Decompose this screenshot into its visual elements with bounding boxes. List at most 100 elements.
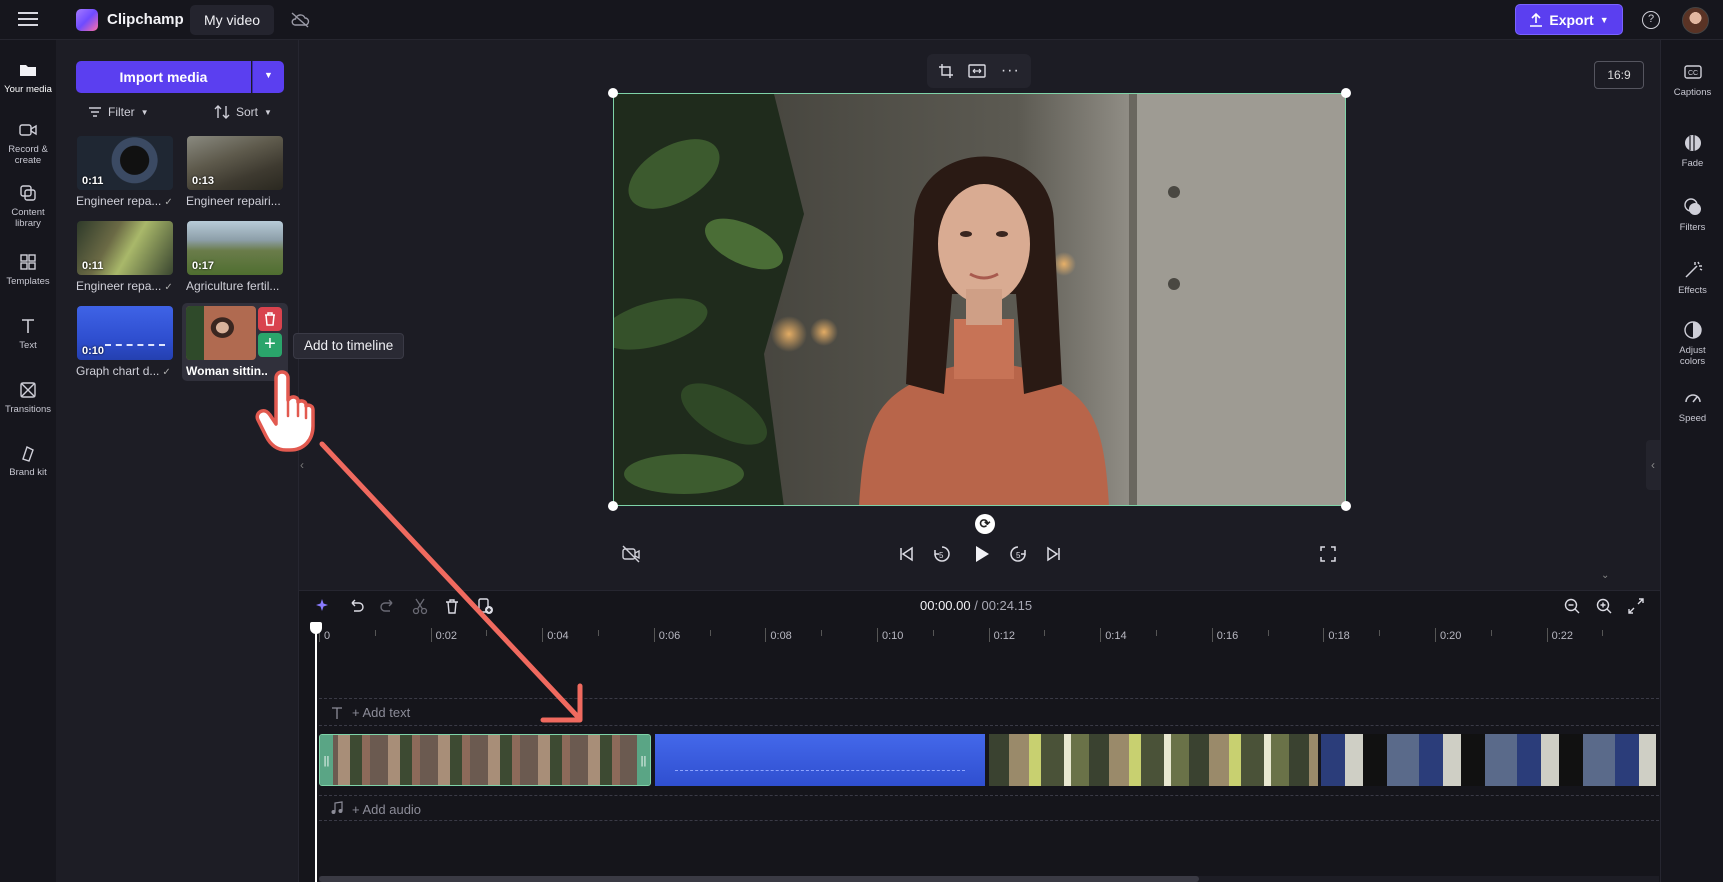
- fit-timeline-icon[interactable]: [1627, 597, 1645, 615]
- rail-adjust-colors[interactable]: Adjust colors: [1661, 320, 1723, 367]
- timeline-clip-engineer[interactable]: [989, 734, 1318, 786]
- resize-handle[interactable]: [1341, 501, 1351, 511]
- magic-icon[interactable]: [314, 597, 332, 615]
- import-media-button[interactable]: Import media: [76, 61, 251, 93]
- rail-record-create[interactable]: Record & create: [0, 120, 56, 166]
- add-audio-track[interactable]: + Add audio: [352, 802, 421, 817]
- rail-brand-kit[interactable]: Brand kit: [0, 443, 56, 478]
- right-rail: CC Captions Fade Filters Effects Adjust …: [1660, 40, 1723, 882]
- filter-icon: [89, 107, 101, 117]
- filter-button[interactable]: Filter ▼: [88, 105, 149, 119]
- export-button[interactable]: Export ▼: [1515, 4, 1623, 35]
- resize-handle[interactable]: [608, 88, 618, 98]
- sort-label: Sort: [236, 105, 259, 119]
- clip-trim-handle-right[interactable]: ||: [637, 735, 650, 785]
- skip-forward-icon[interactable]: [1043, 543, 1065, 565]
- svg-text:CC: CC: [1688, 70, 1698, 77]
- text-icon: [22, 319, 34, 333]
- sort-button[interactable]: Sort ▼: [214, 105, 272, 119]
- delete-media-button[interactable]: [258, 307, 282, 331]
- more-icon[interactable]: ···: [1001, 62, 1020, 80]
- filters-icon: [1683, 198, 1701, 215]
- media-thumbnail[interactable]: 0:17: [187, 221, 283, 275]
- play-icon[interactable]: [970, 543, 992, 565]
- aspect-ratio-button[interactable]: 16:9: [1594, 61, 1644, 89]
- playhead[interactable]: [315, 622, 317, 882]
- forward-5-icon[interactable]: 5: [1007, 543, 1029, 565]
- media-thumbnail[interactable]: 0:10: [77, 306, 173, 360]
- video-title[interactable]: My video: [190, 5, 275, 35]
- ruler-label: 0:10: [882, 630, 904, 642]
- rail-speed[interactable]: Speed: [1661, 388, 1723, 424]
- ruler-tick: [598, 630, 599, 636]
- timeline-scrollbar-thumb[interactable]: [319, 876, 1199, 882]
- svg-text:5: 5: [1016, 551, 1021, 560]
- timeline-clip-woman[interactable]: || ||: [319, 734, 651, 786]
- ruler-tick: [932, 630, 934, 636]
- redo-icon[interactable]: [379, 597, 397, 615]
- media-thumbnail[interactable]: 0:11: [77, 221, 173, 275]
- crop-icon[interactable]: [938, 63, 954, 79]
- ruler-tick: [1156, 630, 1157, 636]
- rail-templates[interactable]: Templates: [0, 252, 56, 287]
- trash-icon[interactable]: [443, 597, 461, 615]
- rail-captions[interactable]: CC Captions: [1661, 62, 1723, 98]
- zoom-in-icon[interactable]: [1595, 597, 1613, 615]
- avatar[interactable]: [1682, 7, 1709, 34]
- collapse-right-panel-icon[interactable]: ‹: [1646, 440, 1660, 490]
- rail-effects[interactable]: Effects: [1661, 260, 1723, 296]
- chevron-down-icon[interactable]: ⌄: [1601, 570, 1609, 581]
- media-thumbnail[interactable]: 0:13: [187, 136, 283, 190]
- rail-your-media[interactable]: Your media: [0, 60, 56, 95]
- sort-icon: [214, 105, 230, 119]
- rail-filters[interactable]: Filters: [1661, 197, 1723, 233]
- export-label: Export: [1549, 11, 1594, 28]
- undo-icon[interactable]: [347, 597, 365, 615]
- clip-trim-handle-left[interactable]: ||: [320, 735, 333, 785]
- ruler-tick: [877, 628, 878, 642]
- ruler-label: 0:12: [993, 630, 1016, 642]
- resize-handle[interactable]: [1341, 88, 1351, 98]
- rail-fade[interactable]: Fade: [1661, 133, 1723, 169]
- timeline-clip-graph[interactable]: [655, 734, 985, 786]
- rail-label: Fade: [1681, 158, 1704, 169]
- zoom-out-icon[interactable]: [1563, 597, 1581, 615]
- rotate-handle-icon[interactable]: ⟳: [975, 514, 995, 534]
- templates-icon: [20, 254, 36, 270]
- track-divider: [319, 795, 1659, 796]
- rail-text[interactable]: Text: [0, 316, 56, 351]
- check-icon: ✓: [164, 282, 173, 293]
- camera-off-icon[interactable]: [620, 543, 642, 565]
- total-time: / 00:24.15: [974, 598, 1033, 613]
- ruler-tick: [765, 628, 767, 642]
- add-media-icon[interactable]: [476, 597, 494, 615]
- media-thumbnail[interactable]: 0:11: [77, 136, 173, 190]
- rail-content-library[interactable]: Content library: [0, 183, 56, 229]
- media-item-label: Graph chart d... ✓: [76, 364, 171, 378]
- help-icon[interactable]: ?: [1642, 11, 1660, 29]
- resize-handle[interactable]: [608, 501, 618, 511]
- fit-icon[interactable]: [968, 64, 987, 78]
- rail-label: Text: [19, 340, 37, 351]
- chevron-down-icon: ▼: [264, 107, 272, 117]
- add-to-timeline-button[interactable]: +: [258, 333, 282, 357]
- fullscreen-icon[interactable]: [1317, 543, 1339, 565]
- collapse-panel-icon[interactable]: ‹: [300, 458, 304, 472]
- media-thumbnail[interactable]: [186, 306, 256, 360]
- scissors-icon[interactable]: [411, 597, 429, 615]
- cloud-off-icon[interactable]: [290, 11, 310, 29]
- menu-icon[interactable]: [18, 10, 40, 28]
- rail-label: Filters: [1679, 222, 1706, 233]
- skip-back-icon[interactable]: [895, 543, 917, 565]
- add-to-timeline-tooltip: Add to timeline: [293, 333, 405, 359]
- track-divider: [319, 698, 1659, 699]
- timeline-clip-engineer-2[interactable]: [1321, 734, 1656, 786]
- add-text-track[interactable]: + Add text: [352, 705, 410, 720]
- rail-transitions[interactable]: Transitions: [0, 380, 56, 415]
- ruler-tick: [1490, 630, 1492, 636]
- video-preview[interactable]: [613, 93, 1346, 506]
- rewind-5-icon[interactable]: 5: [931, 543, 953, 565]
- import-options-button[interactable]: ▼: [252, 61, 284, 93]
- playhead-handle[interactable]: [310, 622, 322, 634]
- fade-icon: [1684, 135, 1701, 151]
